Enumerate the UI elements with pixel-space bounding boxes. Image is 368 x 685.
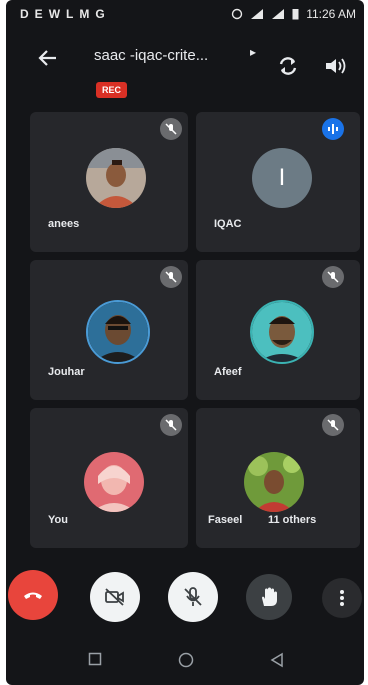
- mic-off-icon: [165, 123, 177, 135]
- speaker-icon: [326, 58, 346, 74]
- wifi-icon: [251, 9, 264, 19]
- mic-muted-indicator: [160, 118, 182, 140]
- status-bar: D E W L M G 11:26 AM: [6, 0, 364, 30]
- notification-icon: G: [95, 7, 105, 21]
- more-vert-icon: [340, 590, 344, 606]
- participant-name: Faseel: [208, 514, 243, 526]
- system-nav-bar: [6, 636, 364, 685]
- alarm-icon: [231, 8, 243, 20]
- audio-output-button[interactable]: [324, 56, 348, 76]
- camera-toggle-button[interactable]: [90, 572, 140, 622]
- avatar: [244, 452, 304, 512]
- call-controls: [6, 568, 364, 628]
- avatar: [250, 300, 314, 364]
- participant-tile[interactable]: Jouhar: [30, 260, 188, 400]
- mic-toggle-button[interactable]: [168, 572, 218, 622]
- phone-hangup-icon: [24, 592, 42, 599]
- battery-icon: [292, 9, 299, 20]
- meeting-title[interactable]: saac -iqac-crite...: [94, 47, 208, 64]
- camera-off-icon: [105, 588, 124, 606]
- notification-icon: W: [48, 7, 61, 21]
- notification-icons: D E W L M G: [20, 7, 105, 21]
- notification-icon: L: [66, 7, 74, 21]
- mic-muted-indicator: [160, 414, 182, 436]
- avatar: [84, 452, 144, 512]
- notification-icon: E: [34, 7, 43, 21]
- raise-hand-button[interactable]: [246, 574, 292, 620]
- back-button[interactable]: [38, 48, 58, 72]
- participant-name: IQAC: [214, 218, 242, 230]
- mic-off-icon: [184, 587, 202, 606]
- avatar-letter: I: [278, 164, 286, 191]
- participant-tile[interactable]: Afeef: [196, 260, 360, 400]
- system-indicators: 11:26 AM: [231, 7, 356, 21]
- hand-icon: [262, 587, 277, 606]
- mic-off-icon: [165, 419, 177, 431]
- avatar: I: [252, 148, 312, 208]
- mic-muted-indicator: [322, 266, 344, 288]
- recents-icon[interactable]: [88, 652, 102, 666]
- back-nav-icon[interactable]: [270, 652, 284, 668]
- participant-name: You: [48, 514, 68, 526]
- more-options-button[interactable]: [322, 578, 362, 618]
- meeting-header: saac -iqac-crite... ▸ REC: [6, 38, 364, 98]
- arrow-left-icon: [38, 50, 56, 66]
- participant-tile[interactable]: anees: [30, 112, 188, 252]
- home-icon[interactable]: [178, 652, 194, 668]
- notification-icon: M: [79, 7, 90, 21]
- signal-icon: [272, 9, 285, 19]
- notification-icon: D: [20, 7, 29, 21]
- flip-camera-icon: [279, 57, 297, 75]
- end-call-button[interactable]: [8, 570, 58, 620]
- participant-name: anees: [48, 218, 80, 230]
- avatar: [86, 148, 146, 208]
- mic-off-icon: [327, 419, 339, 431]
- avatar: [86, 300, 150, 364]
- mic-off-icon: [327, 271, 339, 283]
- participant-tile[interactable]: Faseel 11 others: [196, 408, 360, 548]
- mic-muted-indicator: [160, 266, 182, 288]
- clock: 11:26 AM: [306, 7, 356, 21]
- mic-muted-indicator: [322, 414, 344, 436]
- participant-name: Jouhar: [48, 366, 85, 378]
- meet-screen: D E W L M G 11:26 AM saac -iqac-crite...…: [6, 0, 364, 685]
- participant-tile[interactable]: I IQAC: [196, 112, 360, 252]
- others-count[interactable]: 11 others: [268, 514, 316, 526]
- flip-camera-button[interactable]: [274, 52, 302, 80]
- recording-badge: REC: [96, 82, 128, 98]
- participant-name: Afeef: [214, 366, 242, 378]
- audio-level-icon: [328, 124, 338, 134]
- participant-tile-self[interactable]: You: [30, 408, 188, 548]
- mic-off-icon: [165, 271, 177, 283]
- chevron-right-icon[interactable]: ▸: [250, 45, 256, 59]
- speaking-indicator: [322, 118, 344, 140]
